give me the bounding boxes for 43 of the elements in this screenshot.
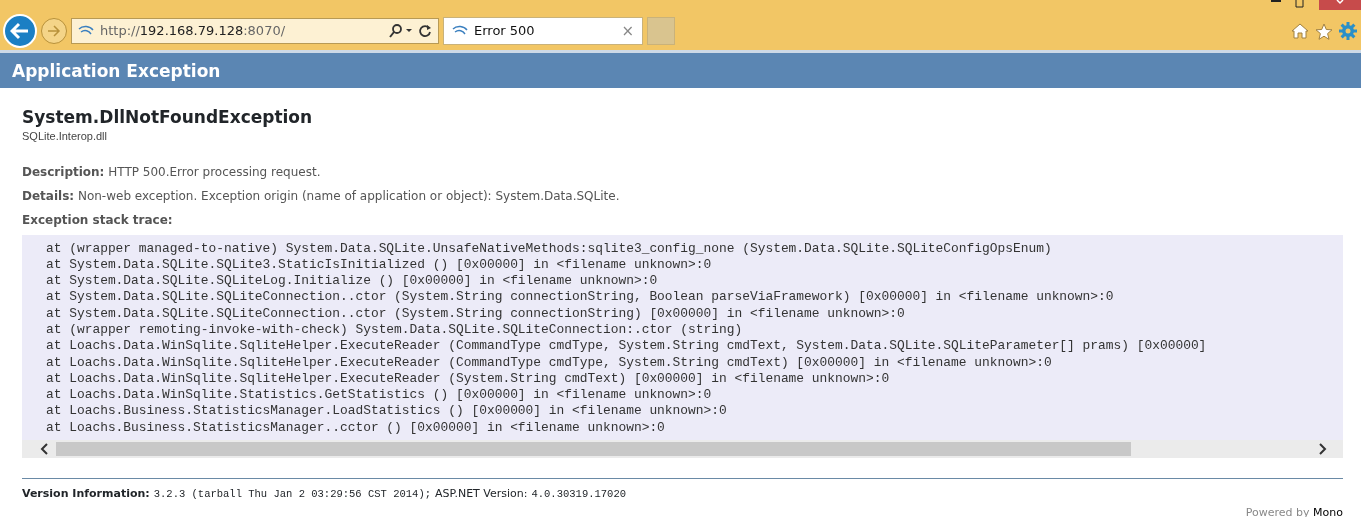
stack-trace-line: at Loachs.Business.StatisticsManager.LoadStatistics () [0x00000] in <filename unknown>:0 [46,403,727,420]
scroll-left-icon[interactable] [40,443,48,456]
exception-name: System.DllNotFoundException [22,106,314,128]
stack-trace-line: at System.Data.SQLite.SQLiteConnection..ctor (System.String connectionString, Boolean parseViaFramework) [0x00000] in <filename unknown>:0 [46,289,1114,306]
page-header: Application Exception [0,50,1361,88]
address-bar[interactable]: http://192.168.79.128:8070/ [71,18,439,44]
search-icon[interactable] [388,24,412,38]
back-button[interactable] [3,14,37,48]
home-icon[interactable] [1291,23,1309,39]
restore-icon[interactable] [1295,0,1305,8]
version-label: Version Information: [22,486,150,503]
arrow-right-icon[interactable] [47,25,61,37]
version-value: 3.2.3 (tarball Thu Jan 2 03:29:56 CST 2014); [153,487,431,503]
minimize-icon[interactable] [1271,0,1281,4]
refresh-icon[interactable] [418,24,432,38]
scrollbar-thumb[interactable] [56,442,1131,457]
stack-trace-line: at Loachs.Data.WinSqlite.SqliteHelper.ExecuteReader (System.String cmdText) [0x00000] in <filename unknown>:0 [46,370,890,388]
horizontal-scrollbar[interactable] [22,440,1343,459]
browser-tab[interactable]: Error 500 × [443,17,643,45]
aspnet-version: 4.0.30319.17020 [531,487,626,503]
arrow-left-icon[interactable] [10,22,30,40]
tab-close-button[interactable]: × [621,19,634,43]
stack-trace-line: at Loachs.Data.WinSqlite.SqliteHelper.ExecuteReader (CommandType cmdType, System.String cmdText) [0x00000] in <filename unknown>:0 [46,354,1052,371]
forward-button[interactable] [41,18,67,44]
detail-text: Details: Non-web exception. Exception origin (name of application or object): System.Data.SQLite. [22,187,621,205]
scroll-right-icon[interactable] [1319,443,1327,456]
stack-trace-line: at System.Data.SQLite.SQLite3.StaticIsInitialized () [0x00000] in <filename unknown>:0 [46,256,712,274]
stack-trace-line: at Loachs.Business.StatisticsManager..cctor () [0x00000] in <filename unknown>:0 [46,419,665,437]
url-text: http://192.168.79.128:8070/ [100,22,286,41]
star-icon[interactable] [1315,22,1333,40]
stack-trace-heading: Exception stack trace: [22,211,174,229]
detail-text: Description: HTTP 500.Error processing request. [22,163,322,181]
aspnet-label: ASP.NET Version: [435,486,528,503]
mono-link[interactable]: Mono [1313,505,1343,517]
close-button[interactable] [1319,0,1361,10]
settings-icon[interactable] [1339,22,1357,40]
stack-trace-line: at System.Data.SQLite.SQLiteLog.Initialize () [0x00000] in <filename unknown>:0 [46,273,658,290]
stack-trace-line: at (wrapper managed-to-native) System.Data.SQLite.UnsafeNativeMethods:sqlite3_config_none (System.Data.SQLite.SQLiteConfigOpsEnum) [46,240,1052,257]
stack-trace-line: at (wrapper remoting-invoke-with-check) System.Data.SQLite.SQLiteConnection:.ctor (string) [46,322,743,339]
stack-trace-line: at System.Data.SQLite.SQLiteConnection..ctor (System.String connectionString) [0x00000] in <filename unknown>:0 [46,305,905,322]
stack-trace-line: at Loachs.Data.WinSqlite.Statistics.GetStatistics () [0x00000] in <filename unknown>:0 [46,387,712,404]
stack-trace-line: at Loachs.Data.WinSqlite.SqliteHelper.ExecuteReader (CommandType cmdType, System.String cmdText, System.Data.SQLite.SQLiteParameter[] prams) [0x00000] [46,338,1207,355]
exception-message: SQLite.Interop.dll [22,129,108,144]
